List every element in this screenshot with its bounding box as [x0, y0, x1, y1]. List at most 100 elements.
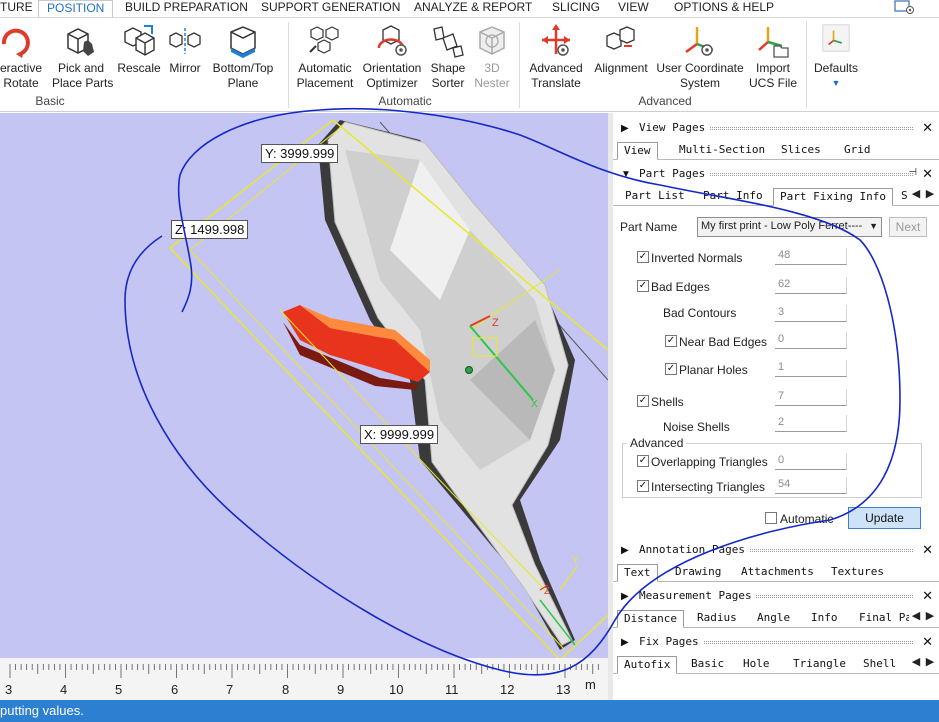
- tab-info[interactable]: Info: [805, 610, 844, 628]
- defaults-button[interactable]: Defaults ▼: [812, 24, 860, 91]
- tab-texture[interactable]: TURE: [0, 0, 33, 17]
- scroll-right-icon[interactable]: ▶: [923, 609, 937, 622]
- tab-scroll[interactable]: ◀ ▶: [909, 609, 939, 627]
- tab-hole[interactable]: Hole: [737, 656, 776, 674]
- close-icon[interactable]: ✕: [922, 166, 933, 182]
- inverted-normals-checkbox[interactable]: ✓: [637, 251, 649, 263]
- tab-view[interactable]: VIEW: [618, 0, 649, 17]
- tab-textures[interactable]: Textures: [825, 564, 890, 582]
- planar-holes-checkbox[interactable]: ✓: [665, 363, 677, 375]
- tab-distance[interactable]: Distance: [617, 610, 684, 628]
- bottom-top-plane-button[interactable]: Bottom/Top Plane: [210, 24, 276, 91]
- ruler-label: 13: [556, 682, 571, 697]
- view-pages-header[interactable]: ▶ View Pages ✕: [613, 118, 939, 138]
- advanced-translate-icon: [542, 24, 570, 56]
- collapse-arrow-icon[interactable]: ▶: [621, 637, 629, 648]
- close-icon[interactable]: ✕: [922, 634, 933, 650]
- part-pages-header[interactable]: ▼ Part Pages ⊣ ✕: [613, 164, 939, 184]
- part-name-select[interactable]: My first print - Low Poly Ferret---- ▼: [697, 217, 882, 237]
- near-bad-edges-checkbox[interactable]: ✓: [665, 335, 677, 347]
- collapse-arrow-icon[interactable]: ▶: [621, 123, 629, 134]
- scroll-right-icon[interactable]: ▶: [923, 187, 937, 200]
- tab-part-list[interactable]: Part List: [619, 188, 691, 206]
- tab-autofix[interactable]: Autofix: [617, 656, 678, 674]
- part-center-marker: [465, 366, 473, 374]
- tab-analyze-report[interactable]: ANALYZE & REPORT: [414, 0, 532, 17]
- scroll-left-icon[interactable]: ◀: [909, 655, 923, 668]
- orientation-optimizer-button[interactable]: Orientation Optimizer: [360, 24, 424, 91]
- chevron-down-icon: ▼: [831, 78, 841, 88]
- pick-place-parts-button[interactable]: Pick and Place Parts: [52, 24, 113, 91]
- tab-angle[interactable]: Angle: [751, 610, 796, 628]
- intersecting-triangles-checkbox[interactable]: ✓: [637, 480, 649, 492]
- rescale-button[interactable]: Rescale: [117, 24, 161, 76]
- mirror-button[interactable]: Mirror: [165, 24, 205, 76]
- 3d-viewport[interactable]: Z X Y Z Y: 3999.999 Z: 1499.998 X: 9999.…: [0, 113, 608, 676]
- noise-shells-value: 2: [775, 415, 847, 432]
- measurement-pages-header[interactable]: ▶ Measurement Pages ✕: [613, 586, 939, 606]
- overlapping-triangles-value: 0: [775, 453, 847, 470]
- tab-radius[interactable]: Radius: [691, 610, 743, 628]
- ribbon-panel: eractive Rotate Pick and Place Parts Resca…: [0, 17, 939, 112]
- close-icon[interactable]: ✕: [922, 588, 933, 604]
- tab-position[interactable]: POSITION: [38, 0, 114, 17]
- part-name-value: My first print - Low Poly Ferret----: [701, 220, 863, 232]
- expand-arrow-icon[interactable]: ▼: [621, 169, 631, 180]
- tab-attachments[interactable]: Attachments: [735, 564, 820, 582]
- tab-scroll[interactable]: ◀ ▶: [909, 655, 939, 673]
- close-icon[interactable]: ✕: [922, 120, 933, 136]
- group-label-basic: Basic: [35, 94, 65, 108]
- tab-view-page[interactable]: View: [617, 142, 658, 160]
- tab-basic[interactable]: Basic: [685, 656, 730, 674]
- interactive-rotate-button[interactable]: eractive Rotate: [0, 24, 50, 91]
- settings-icon[interactable]: [893, 0, 917, 15]
- pin-icon[interactable]: ⊣: [908, 167, 917, 178]
- collapse-arrow-icon[interactable]: ▶: [621, 545, 629, 556]
- advanced-translate-button[interactable]: Advanced Translate: [526, 24, 586, 91]
- tab-shell[interactable]: Shell: [857, 656, 902, 674]
- annotation-pages-header[interactable]: ▶ Annotation Pages ✕: [613, 540, 939, 560]
- next-button[interactable]: Next: [889, 217, 927, 237]
- ruler-label: 5: [115, 682, 123, 697]
- group-label-advanced: Advanced: [638, 94, 692, 108]
- part-pages-title: Part Pages: [639, 167, 710, 180]
- tab-slices[interactable]: Slices: [775, 142, 827, 160]
- 3d-nester-button[interactable]: 3D Nester: [472, 24, 512, 91]
- scroll-left-icon[interactable]: ◀: [909, 187, 923, 200]
- collapse-arrow-icon[interactable]: ▶: [621, 591, 629, 602]
- tab-text[interactable]: Text: [617, 564, 658, 582]
- ruler: 3 4 5 6 7 8 9 10 11 12 13 m: [0, 658, 608, 700]
- shells-checkbox[interactable]: ✓: [637, 395, 649, 407]
- tab-multi-section[interactable]: Multi-Section: [673, 142, 771, 160]
- tab-drawing[interactable]: Drawing: [669, 564, 727, 582]
- tab-options-help[interactable]: OPTIONS & HELP: [674, 0, 774, 17]
- scroll-left-icon[interactable]: ◀: [909, 609, 923, 622]
- overlapping-triangles-checkbox[interactable]: ✓: [637, 455, 649, 467]
- tab-support-generation[interactable]: SUPPORT GENERATION: [261, 0, 400, 17]
- automatic-checkbox[interactable]: [765, 512, 777, 524]
- tab-grid[interactable]: Grid: [838, 142, 877, 160]
- tab-triangle[interactable]: Triangle: [787, 656, 852, 674]
- z-axis-label: Z: [492, 317, 499, 329]
- import-ucs-file-button[interactable]: Import UCS File: [748, 24, 798, 91]
- annotation-pages-tabs: Text Drawing Attachments Textures: [613, 562, 939, 582]
- chevron-down-icon: ▼: [869, 221, 878, 231]
- tab-build-preparation[interactable]: BUILD PREPARATION: [125, 0, 248, 17]
- shape-sorter-button[interactable]: Shape Sorter: [427, 24, 469, 91]
- scroll-right-icon[interactable]: ▶: [923, 655, 937, 668]
- close-icon[interactable]: ✕: [922, 542, 933, 558]
- user-coordinate-system-button[interactable]: User Coordinate System: [656, 24, 744, 91]
- update-button[interactable]: Update: [848, 507, 921, 529]
- alignment-button[interactable]: Alignment: [591, 24, 651, 76]
- fix-pages-header[interactable]: ▶ Fix Pages ✕: [613, 632, 939, 652]
- tab-scroll[interactable]: ◀ ▶: [909, 187, 939, 205]
- tab-part-fixing-info[interactable]: Part Fixing Info: [773, 188, 893, 206]
- group-separator: [519, 22, 520, 108]
- ruler-label: 9: [337, 682, 345, 697]
- tab-part-info[interactable]: Part Info: [697, 188, 769, 206]
- bad-edges-checkbox[interactable]: ✓: [637, 280, 649, 292]
- intersecting-triangles-value: 54: [775, 477, 847, 494]
- tab-slicing[interactable]: SLICING: [552, 0, 600, 17]
- automatic-placement-button[interactable]: Automatic Placement: [294, 24, 356, 91]
- corner-y-axis: [559, 564, 579, 591]
